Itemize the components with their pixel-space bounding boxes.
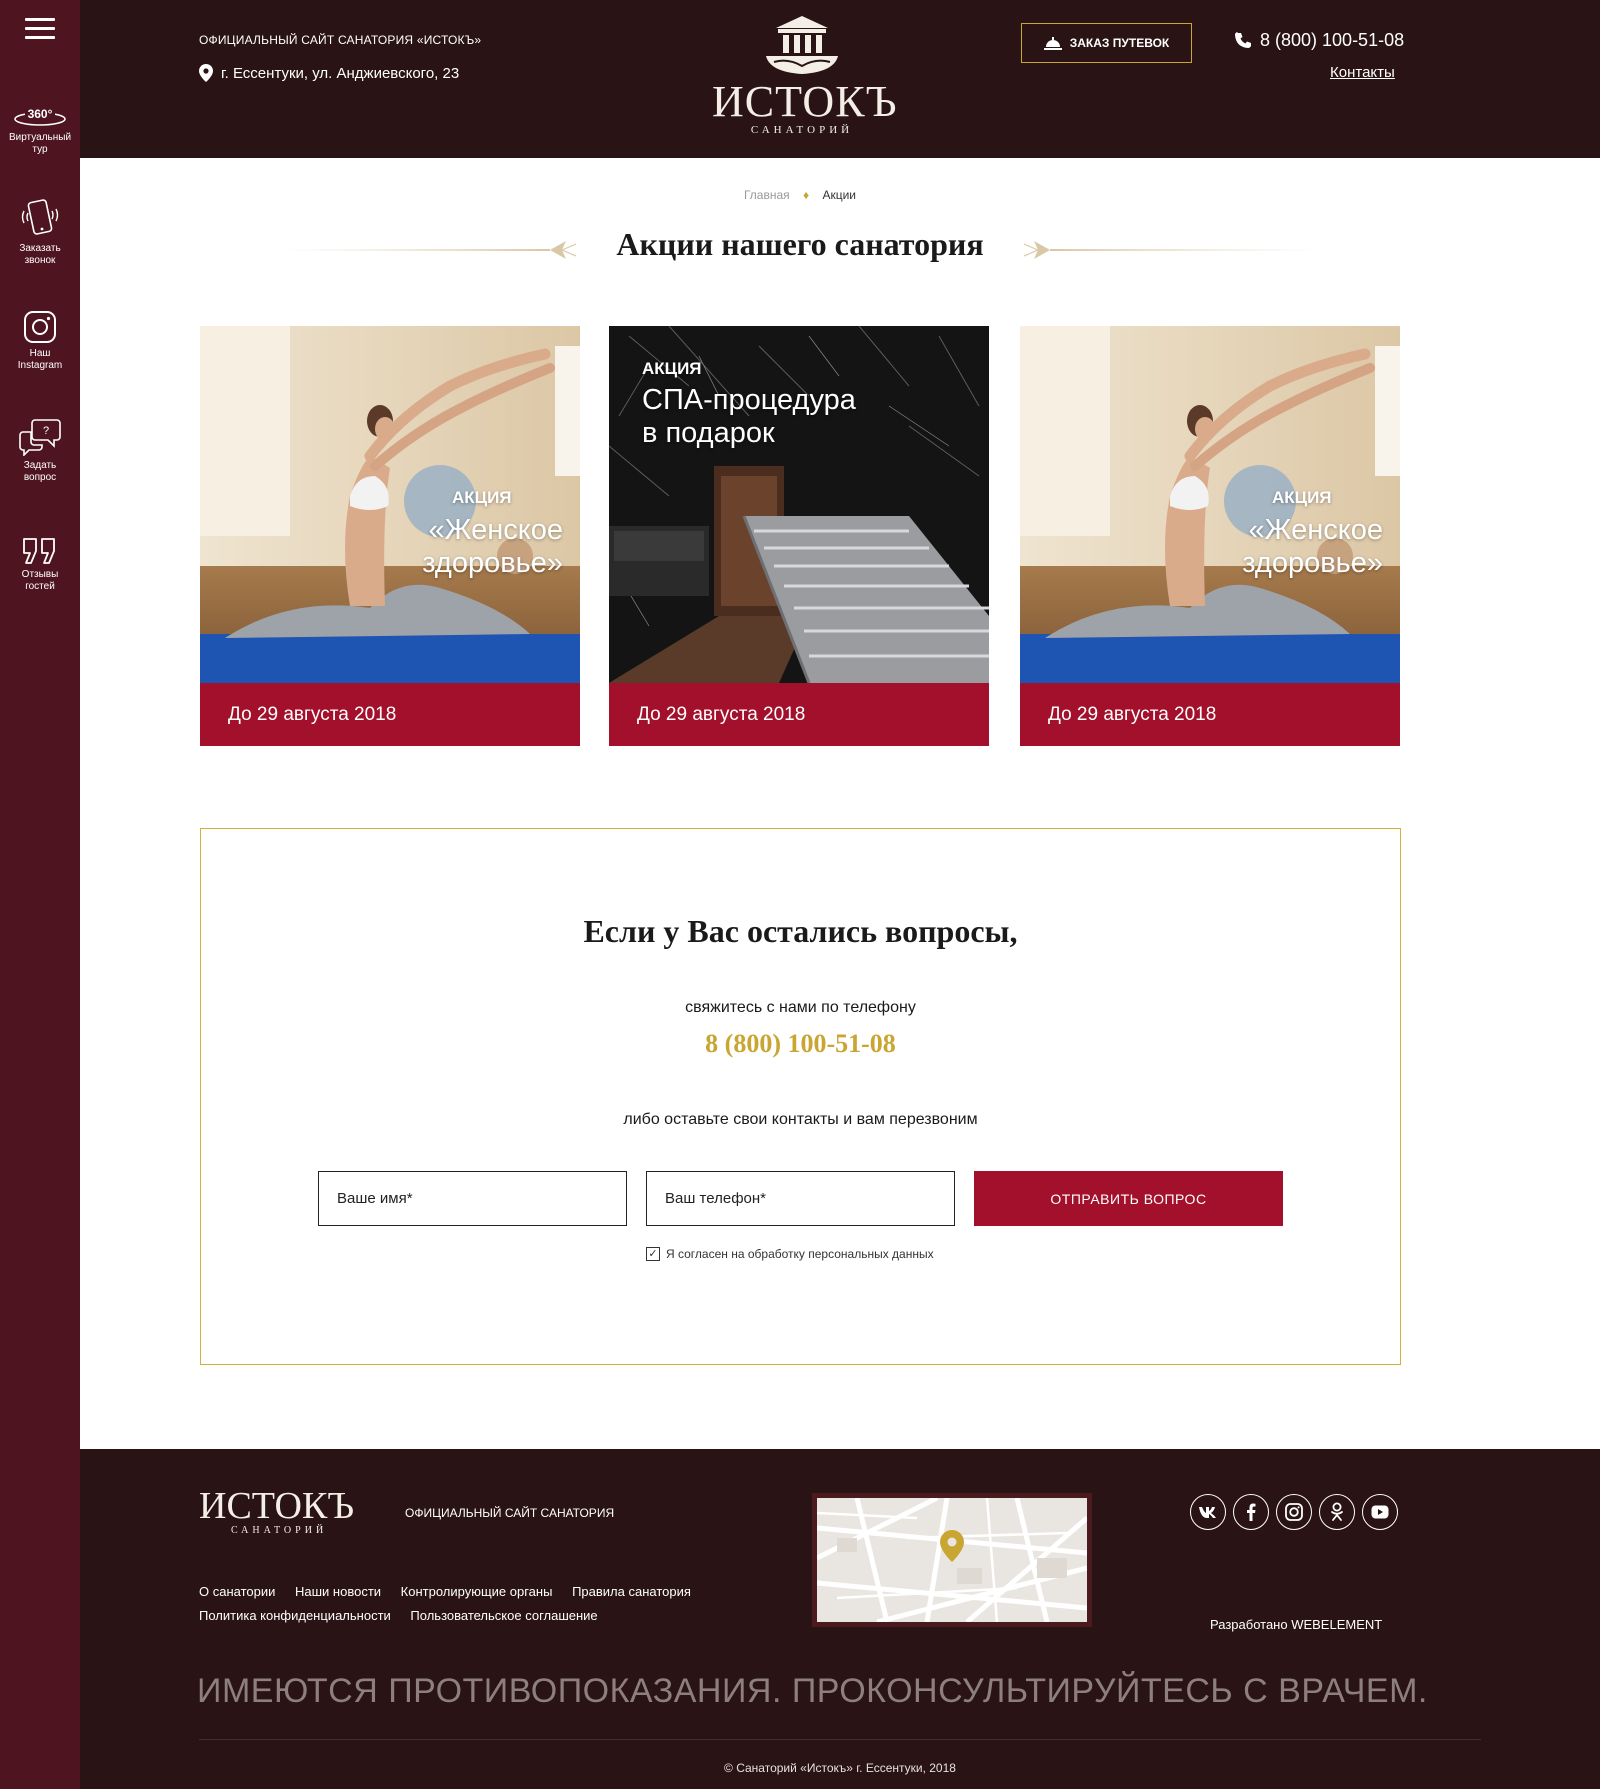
sidebar-item-reviews[interactable]: Отзывы гостей [0, 535, 80, 593]
odnoklassniki-icon[interactable] [1319, 1494, 1355, 1530]
promo-date: До 29 августа 2018 [1020, 683, 1400, 746]
facebook-glyph [1247, 1503, 1256, 1521]
footer-link-privacy[interactable]: Политика конфиденциальности [199, 1608, 391, 1623]
name-input[interactable] [318, 1171, 627, 1226]
promo-tag: АКЦИЯ [452, 488, 512, 507]
address-text: г. Ессентуки, ул. Анджиевского, 23 [221, 64, 460, 82]
question-title: Если у Вас остались вопросы, [583, 913, 1018, 949]
reception-bell-icon [1043, 37, 1062, 50]
svg-text:?: ? [43, 425, 49, 437]
order-button-label: ЗАКАЗ ПУТЕВОК [1069, 36, 1170, 50]
footer-map[interactable] [812, 1493, 1092, 1627]
submit-question-button[interactable]: ОТПРАВИТЬ ВОПРОС [974, 1171, 1283, 1226]
promo-card[interactable]: АКЦИЯ СПА-процедура в подарок До 29 авгу… [609, 326, 989, 746]
footer-link-rules[interactable]: Правила санатория [572, 1584, 691, 1599]
question-contact-text: свяжитесь с нами по телефону [685, 999, 916, 1016]
consent-label: Я согласен на обработку персональных дан… [666, 1247, 934, 1261]
footer-link-news[interactable]: Наши новости [295, 1584, 381, 1599]
breadcrumb-separator: ♦ [803, 188, 810, 202]
left-sidebar: 360° Виртуальный тур Заказать звонок Наш… [0, 0, 80, 1789]
tour-badge: 360° [28, 107, 53, 121]
consent-checkbox[interactable]: ✓ [646, 1247, 660, 1261]
title-ornament-right [1023, 241, 1320, 259]
phone-icon [1235, 32, 1251, 48]
promo-title: «Женское здоровье» [422, 514, 563, 579]
promo-title: СПА-процедура в подарок [642, 384, 856, 449]
footer-logo[interactable]: ИСТОКЪ САНАТОРИЙ [199, 1485, 355, 1536]
footer-links: О санатории Наши новости Контролирующие … [199, 1580, 759, 1628]
vk-glyph [1199, 1507, 1216, 1518]
promo-date: До 29 августа 2018 [609, 683, 989, 746]
sidebar-item-label: Отзывы гостей [21, 569, 59, 592]
official-site-label: ОФИЦИАЛЬНЫЙ САЙТ САНАТОРИЯ «ИСТОКЪ» [199, 33, 482, 47]
hamburger-menu-icon[interactable] [25, 18, 55, 42]
address: г. Ессентуки, ул. Анджиевского, 23 [199, 64, 459, 82]
header-phone-number: 8 (800) 100-51-08 [1260, 30, 1405, 50]
facebook-icon[interactable] [1233, 1494, 1269, 1530]
map-pin-icon [940, 1530, 964, 1562]
footer-link-about[interactable]: О санатории [199, 1584, 275, 1599]
question-chat-icon: ? [19, 419, 61, 456]
question-phone[interactable]: 8 (800) 100-51-08 [201, 1029, 1400, 1059]
contacts-link[interactable]: Контакты [1330, 64, 1395, 81]
sidebar-item-ask-question[interactable]: ? Задать вопрос [0, 418, 80, 484]
logo-name: ИСТОКЪ [712, 77, 898, 126]
360-tour-icon: 360° [14, 107, 66, 126]
question-callback-text: либо оставьте свои контакты и вам перезв… [623, 1111, 978, 1128]
location-pin-icon [199, 64, 213, 82]
footer-link-agreement[interactable]: Пользовательское соглашение [410, 1608, 597, 1623]
promo-title: «Женское здоровье» [1242, 514, 1383, 579]
logo-subtitle: САНАТОРИЙ [750, 124, 854, 136]
sidebar-item-virtual-tour[interactable]: 360° Виртуальный тур [0, 104, 80, 156]
phone-callback-icon [21, 199, 59, 235]
sidebar-item-label: Заказать звонок [19, 243, 61, 266]
order-vouchers-button[interactable]: ЗАКАЗ ПУТЕВОК [1021, 23, 1192, 63]
sidebar-item-label: Виртуальный тур [8, 132, 72, 155]
consent-checkbox-row[interactable]: ✓ Я согласен на обработку персональных д… [646, 1247, 934, 1261]
site-logo[interactable]: ИСТОКЪ САНАТОРИЙ [712, 14, 898, 139]
footer-divider [199, 1739, 1481, 1740]
promo-card[interactable]: АКЦИЯ «Женское здоровье» До 29 августа 2… [1020, 326, 1400, 746]
youtube-glyph [1371, 1505, 1389, 1519]
sidebar-item-label: Наш Instagram [17, 348, 63, 371]
instagram-glyph [1285, 1503, 1303, 1521]
sidebar-item-callback[interactable]: Заказать звонок [0, 197, 80, 267]
phone-input[interactable] [646, 1171, 955, 1226]
instagram-icon[interactable] [1276, 1494, 1312, 1530]
promo-tag: АКЦИЯ [1272, 488, 1332, 507]
footer-link-authorities[interactable]: Контролирующие органы [401, 1584, 553, 1599]
page-title-row: Акции нашего санатория [80, 222, 1520, 272]
promo-tag: АКЦИЯ [642, 359, 702, 378]
breadcrumb-home[interactable]: Главная [744, 188, 790, 202]
contraindications-warning: ИМЕЮТСЯ ПРОТИВОПОКАЗАНИЯ. ПРОКОНСУЛЬТИРУ… [197, 1672, 1428, 1710]
youtube-icon[interactable] [1362, 1494, 1398, 1530]
footer-official-label: ОФИЦИАЛЬНЫЙ САЙТ САНАТОРИЯ [405, 1506, 615, 1520]
header-phone[interactable]: 8 (800) 100-51-08 [1235, 30, 1404, 51]
breadcrumb-current: Акции [822, 188, 857, 202]
yoga-photo [200, 326, 580, 683]
site-footer: ИСТОКЪ САНАТОРИЙ ОФИЦИАЛЬНЫЙ САЙТ САНАТО… [80, 1449, 1600, 1789]
footer-logo-name: ИСТОКЪ [199, 1485, 355, 1527]
promo-card[interactable]: АКЦИЯ «Женское здоровье» До 29 августа 2… [200, 326, 580, 746]
sidebar-item-instagram[interactable]: Наш Instagram [0, 310, 80, 372]
promo-date: До 29 августа 2018 [200, 683, 580, 746]
instagram-icon [24, 311, 56, 343]
copyright: © Санаторий «Истокъ» г. Ессентуки, 2018 [724, 1761, 956, 1775]
developer-credit[interactable]: Разработано WEBELEMENT [1210, 1617, 1382, 1632]
site-header: ОФИЦИАЛЬНЫЙ САЙТ САНАТОРИЯ «ИСТОКЪ» г. Е… [80, 0, 1600, 158]
breadcrumb: Главная ♦ Акции [80, 188, 1520, 202]
odnoklassniki-glyph [1331, 1502, 1343, 1521]
temple-logo-icon [766, 16, 838, 74]
vk-icon[interactable] [1190, 1494, 1226, 1530]
spa-photo [609, 326, 989, 683]
quote-icon [23, 538, 55, 564]
yoga-photo [1020, 326, 1400, 683]
sidebar-item-label: Задать вопрос [23, 460, 57, 483]
question-form-box: Если у Вас остались вопросы, свяжитесь с… [200, 828, 1401, 1365]
